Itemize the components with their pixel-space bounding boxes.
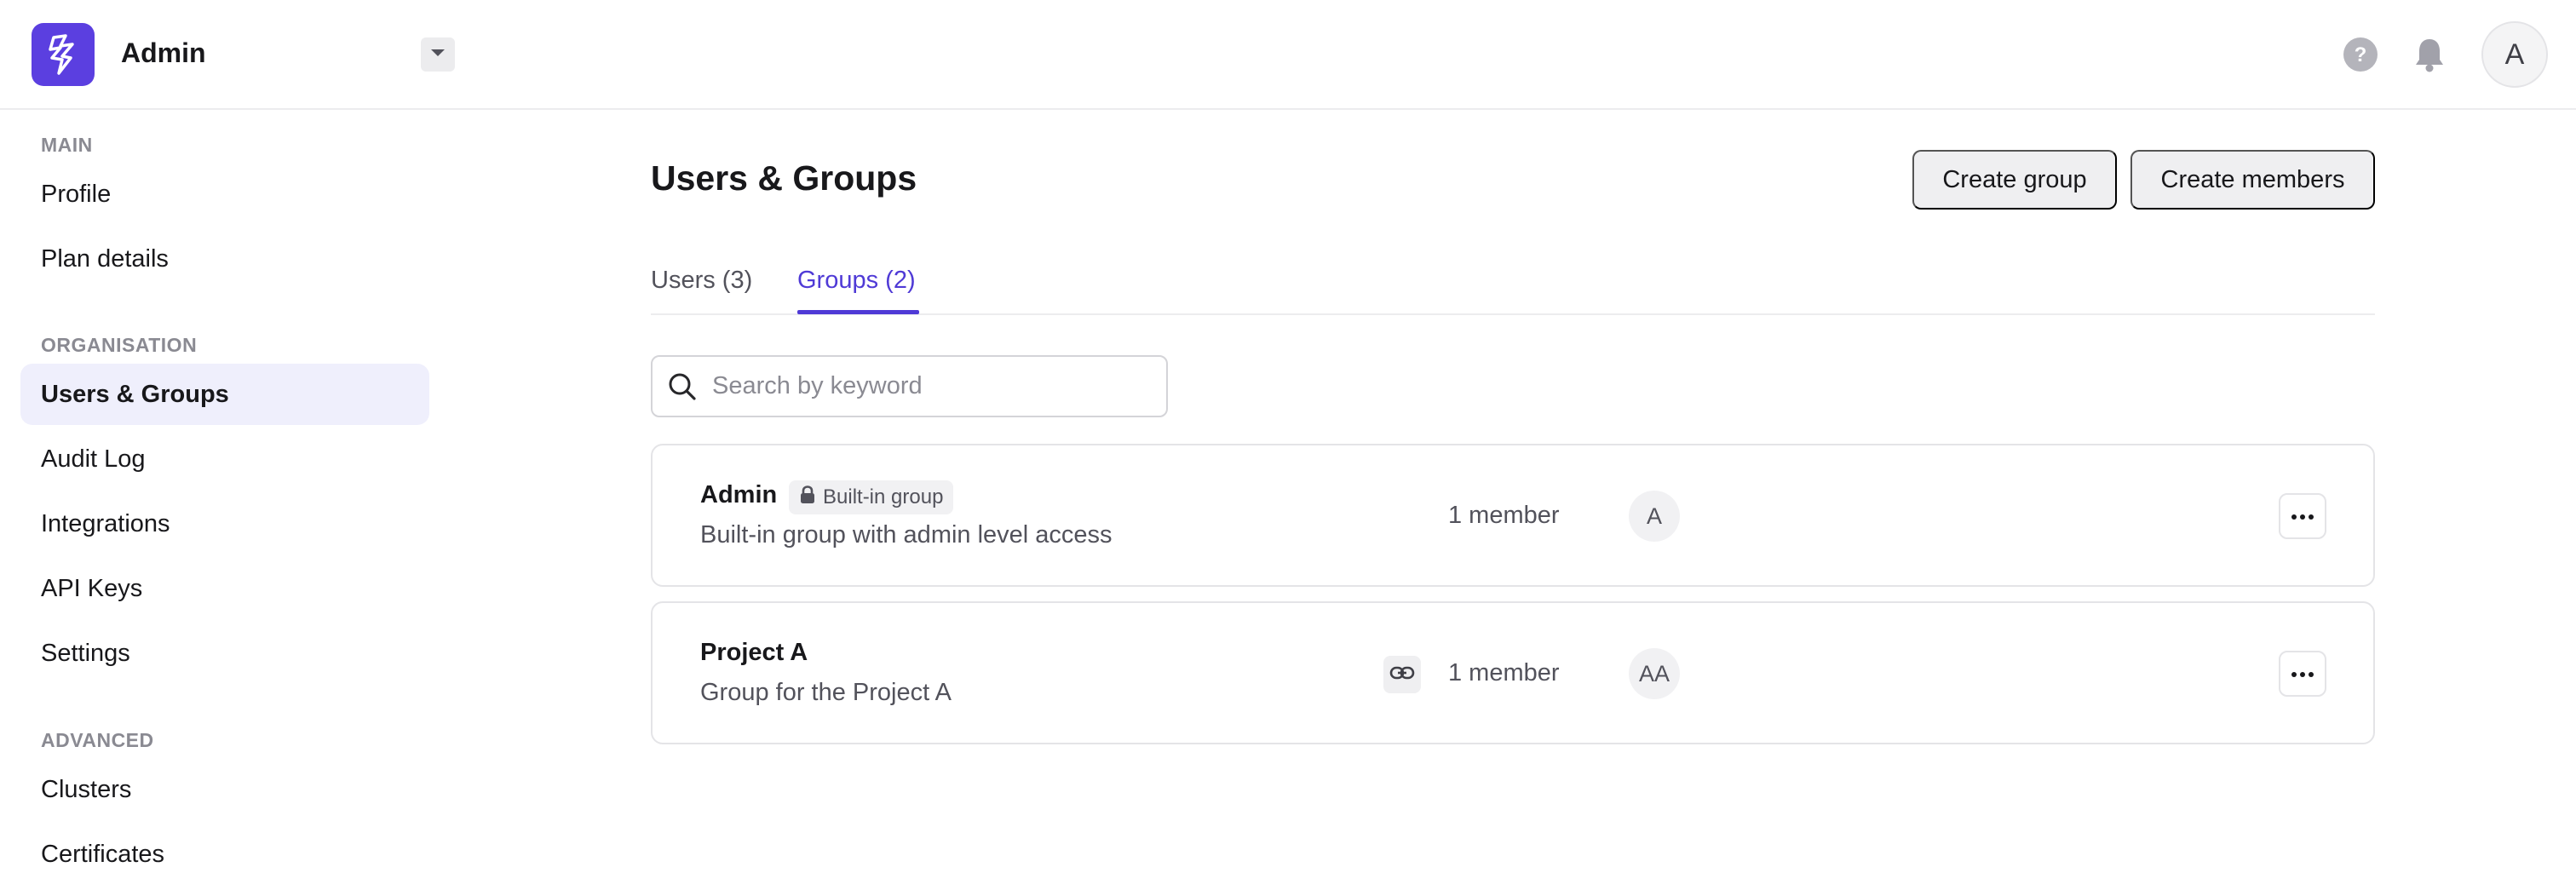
workspace-dropdown-button[interactable] [421,37,455,72]
user-avatar[interactable]: A [2481,21,2548,88]
top-header: Admin ? A [0,0,2576,110]
sidebar-section-advanced: ADVANCED [41,729,154,751]
create-members-button[interactable]: Create members [2130,150,2375,210]
group-card-admin[interactable]: Admin Built-in group Built-in group with… [651,444,2375,587]
more-options-button[interactable] [2279,493,2326,539]
sidebar-item-profile[interactable]: Profile [20,164,429,225]
app-title: Admin [121,37,206,68]
logo-icon[interactable] [32,23,95,86]
sidebar-item-label: Certificates [41,840,165,868]
chevron-down-icon [429,47,446,62]
more-horizontal-icon [2291,508,2314,524]
more-options-button[interactable] [2279,651,2326,697]
sidebar-section-main: MAIN [41,134,93,156]
sidebar-item-api-keys[interactable]: API Keys [20,558,429,619]
search-input[interactable] [712,372,1138,400]
link-button[interactable] [1383,656,1421,693]
bell-icon[interactable] [2411,36,2448,73]
link-icon [1389,665,1415,685]
create-group-button[interactable]: Create group [1912,150,2117,210]
tab-users[interactable]: Users (3) [651,267,752,295]
sidebar-item-label: Integrations [41,509,170,537]
group-name: Admin [700,481,778,508]
sidebar-item-plan-details[interactable]: Plan details [20,228,429,290]
group-card-project-a[interactable]: Project A Group for the Project A 1 memb… [651,601,2375,744]
sidebar-item-label: Clusters [41,775,132,803]
sidebar-item-label: Plan details [41,244,169,273]
sidebar-item-label: Users & Groups [41,380,229,408]
active-tab-indicator [797,310,919,314]
sidebar-item-users-groups[interactable]: Users & Groups [20,364,429,425]
sidebar-item-label: Profile [41,180,112,208]
group-name: Project A [700,639,808,666]
sidebar-item-label: Audit Log [41,445,146,473]
member-avatar: AA [1629,648,1680,699]
help-icon[interactable]: ? [2342,36,2379,73]
group-description: Group for the Project A [700,679,952,706]
sidebar-item-settings[interactable]: Settings [20,623,429,684]
search-box[interactable] [651,355,1168,417]
sidebar-item-label: Settings [41,639,130,667]
tab-groups[interactable]: Groups (2) [797,267,916,295]
member-count: 1 member [1448,502,1560,529]
sidebar-item-clusters[interactable]: Clusters [20,759,429,820]
sidebar-item-integrations[interactable]: Integrations [20,493,429,554]
member-avatar: A [1629,491,1680,542]
built-in-badge: Built-in group [789,480,954,514]
sidebar-item-audit-log[interactable]: Audit Log [20,428,429,490]
page-title: Users & Groups [651,158,917,198]
sidebar-item-label: API Keys [41,574,143,602]
sidebar-item-certificates[interactable]: Certificates [20,824,429,885]
badge-label: Built-in group [823,485,944,508]
sidebar-section-organisation: ORGANISATION [41,334,198,356]
svg-text:?: ? [2355,43,2367,66]
group-description: Built-in group with admin level access [700,521,1113,549]
lock-icon [799,485,816,510]
search-icon [653,357,712,416]
member-count: 1 member [1448,659,1560,686]
more-horizontal-icon [2291,666,2314,681]
